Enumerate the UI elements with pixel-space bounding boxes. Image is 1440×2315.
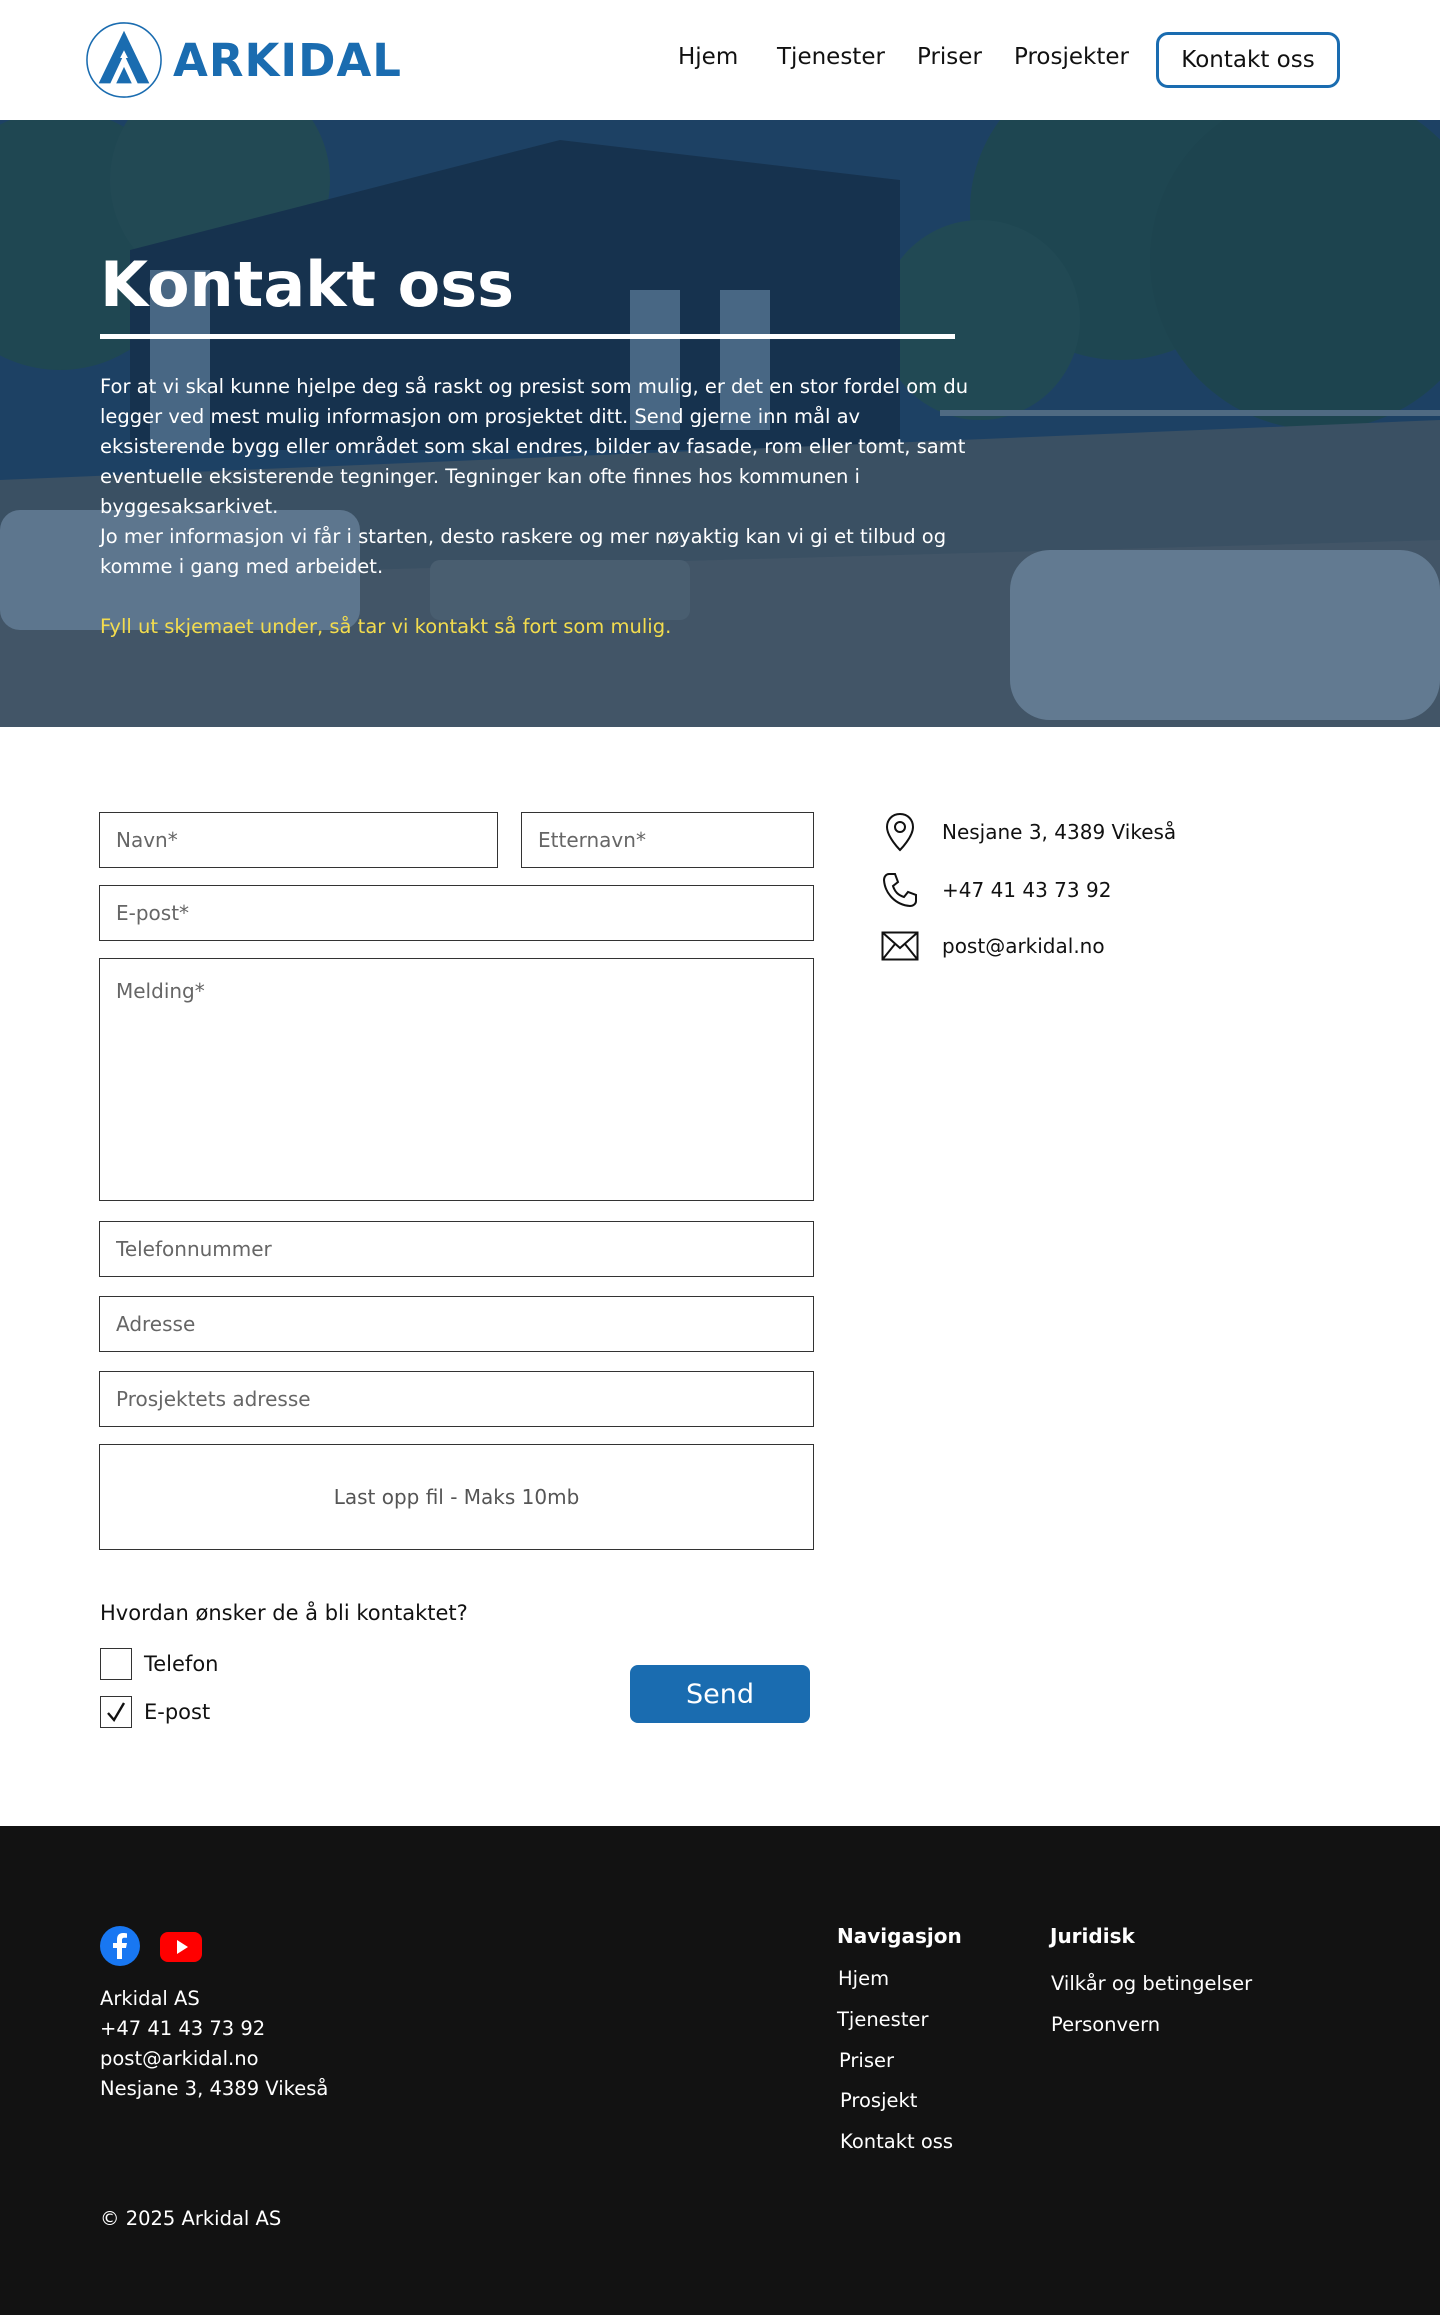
hero-paragraph-more-info: Jo mer informasjon vi får i starten, des…: [100, 525, 947, 578]
title-underline: [100, 334, 955, 339]
site-header: ARKIDAL Hjem Tjenester Priser Prosjekter…: [0, 0, 1440, 120]
nav-link-priser[interactable]: Priser: [917, 44, 982, 70]
epost-checkbox[interactable]: [100, 1696, 132, 1728]
project-address-input[interactable]: [100, 1372, 813, 1426]
email-field: [99, 885, 814, 941]
footer-phone[interactable]: +47 41 43 73 92: [100, 2014, 328, 2044]
contact-cta-button[interactable]: Kontakt oss: [1156, 32, 1340, 88]
footer-link-priser[interactable]: Priser: [839, 2049, 894, 2072]
message-textarea[interactable]: [100, 959, 813, 1200]
hero-paragraph-info: For at vi skal kunne hjelpe deg så raskt…: [100, 375, 969, 518]
location-pin-icon: [880, 812, 920, 852]
youtube-link[interactable]: [160, 1932, 202, 1966]
nav-link-prosjekter[interactable]: Prosjekter: [1014, 44, 1129, 70]
checkmark-icon: [107, 1702, 126, 1723]
phone-icon: [880, 870, 920, 910]
email-input[interactable]: [100, 886, 813, 940]
telefon-checkbox[interactable]: [100, 1648, 132, 1680]
footer-link-hjem[interactable]: Hjem: [838, 1967, 889, 1990]
footer-legal-title: Juridisk: [1050, 1924, 1135, 1948]
copyright-text: © 2025 Arkidal AS: [100, 2207, 282, 2230]
contact-email[interactable]: post@arkidal.no: [880, 926, 1105, 966]
contact-address: Nesjane 3, 4389 Vikeså: [880, 812, 1176, 852]
footer-link-tjenester[interactable]: Tjenester: [837, 2008, 929, 2031]
hero-banner: Kontakt oss For at vi skal kunne hjelpe …: [0, 120, 1440, 727]
hero-paragraph-cta: Fyll ut skjemaet under, så tar vi kontak…: [100, 615, 672, 638]
youtube-icon: [160, 1932, 202, 1962]
footer-company-info: Arkidal AS +47 41 43 73 92 post@arkidal.…: [100, 1984, 328, 2104]
contact-method-question: Hvordan ønsker de å bli kontaktet?: [100, 1601, 468, 1625]
address-field: [99, 1296, 814, 1352]
last-name-field: [521, 812, 814, 868]
contact-phone[interactable]: +47 41 43 73 92: [880, 870, 1111, 910]
footer-email[interactable]: post@arkidal.no: [100, 2044, 328, 2074]
telefon-label: Telefon: [144, 1652, 219, 1676]
address-input[interactable]: [100, 1297, 813, 1351]
footer-link-prosjekt[interactable]: Prosjekt: [840, 2089, 917, 2112]
footer-link-kontakt-oss[interactable]: Kontakt oss: [840, 2130, 953, 2153]
first-name-input[interactable]: [100, 813, 497, 867]
brand-logo[interactable]: ARKIDAL: [85, 21, 402, 99]
project-address-field: [99, 1371, 814, 1427]
message-field: [99, 958, 814, 1201]
send-button[interactable]: Send: [630, 1665, 810, 1723]
epost-label: E-post: [144, 1700, 211, 1724]
phone-input[interactable]: [100, 1222, 813, 1276]
contact-option-epost[interactable]: E-post: [100, 1696, 210, 1728]
footer-link-privacy[interactable]: Personvern: [1051, 2013, 1160, 2036]
page-title: Kontakt oss: [100, 248, 515, 321]
logo-icon: [86, 22, 162, 98]
first-name-field: [99, 812, 498, 868]
brand-name: ARKIDAL: [173, 33, 402, 87]
footer-company-name: Arkidal AS: [100, 1987, 200, 2010]
last-name-input[interactable]: [522, 813, 813, 867]
nav-link-hjem[interactable]: Hjem: [678, 44, 738, 70]
nav-link-tjenester[interactable]: Tjenester: [777, 44, 885, 70]
contact-option-telefon[interactable]: Telefon: [100, 1648, 218, 1680]
contact-phone-text: +47 41 43 73 92: [942, 878, 1112, 902]
contact-address-text: Nesjane 3, 4389 Vikeså: [942, 820, 1177, 844]
phone-field: [99, 1221, 814, 1277]
facebook-link[interactable]: [100, 1926, 140, 1970]
footer-link-terms[interactable]: Vilkår og betingelser: [1051, 1972, 1252, 1995]
mail-icon: [880, 926, 920, 966]
contact-email-text: post@arkidal.no: [942, 934, 1105, 958]
file-upload-button[interactable]: Last opp fil - Maks 10mb: [99, 1444, 814, 1550]
site-footer: Arkidal AS +47 41 43 73 92 post@arkidal.…: [0, 1826, 1440, 2315]
facebook-icon: [100, 1926, 140, 1966]
footer-address: Nesjane 3, 4389 Vikeså: [100, 2077, 329, 2100]
footer-nav-title: Navigasjon: [837, 1924, 962, 1948]
